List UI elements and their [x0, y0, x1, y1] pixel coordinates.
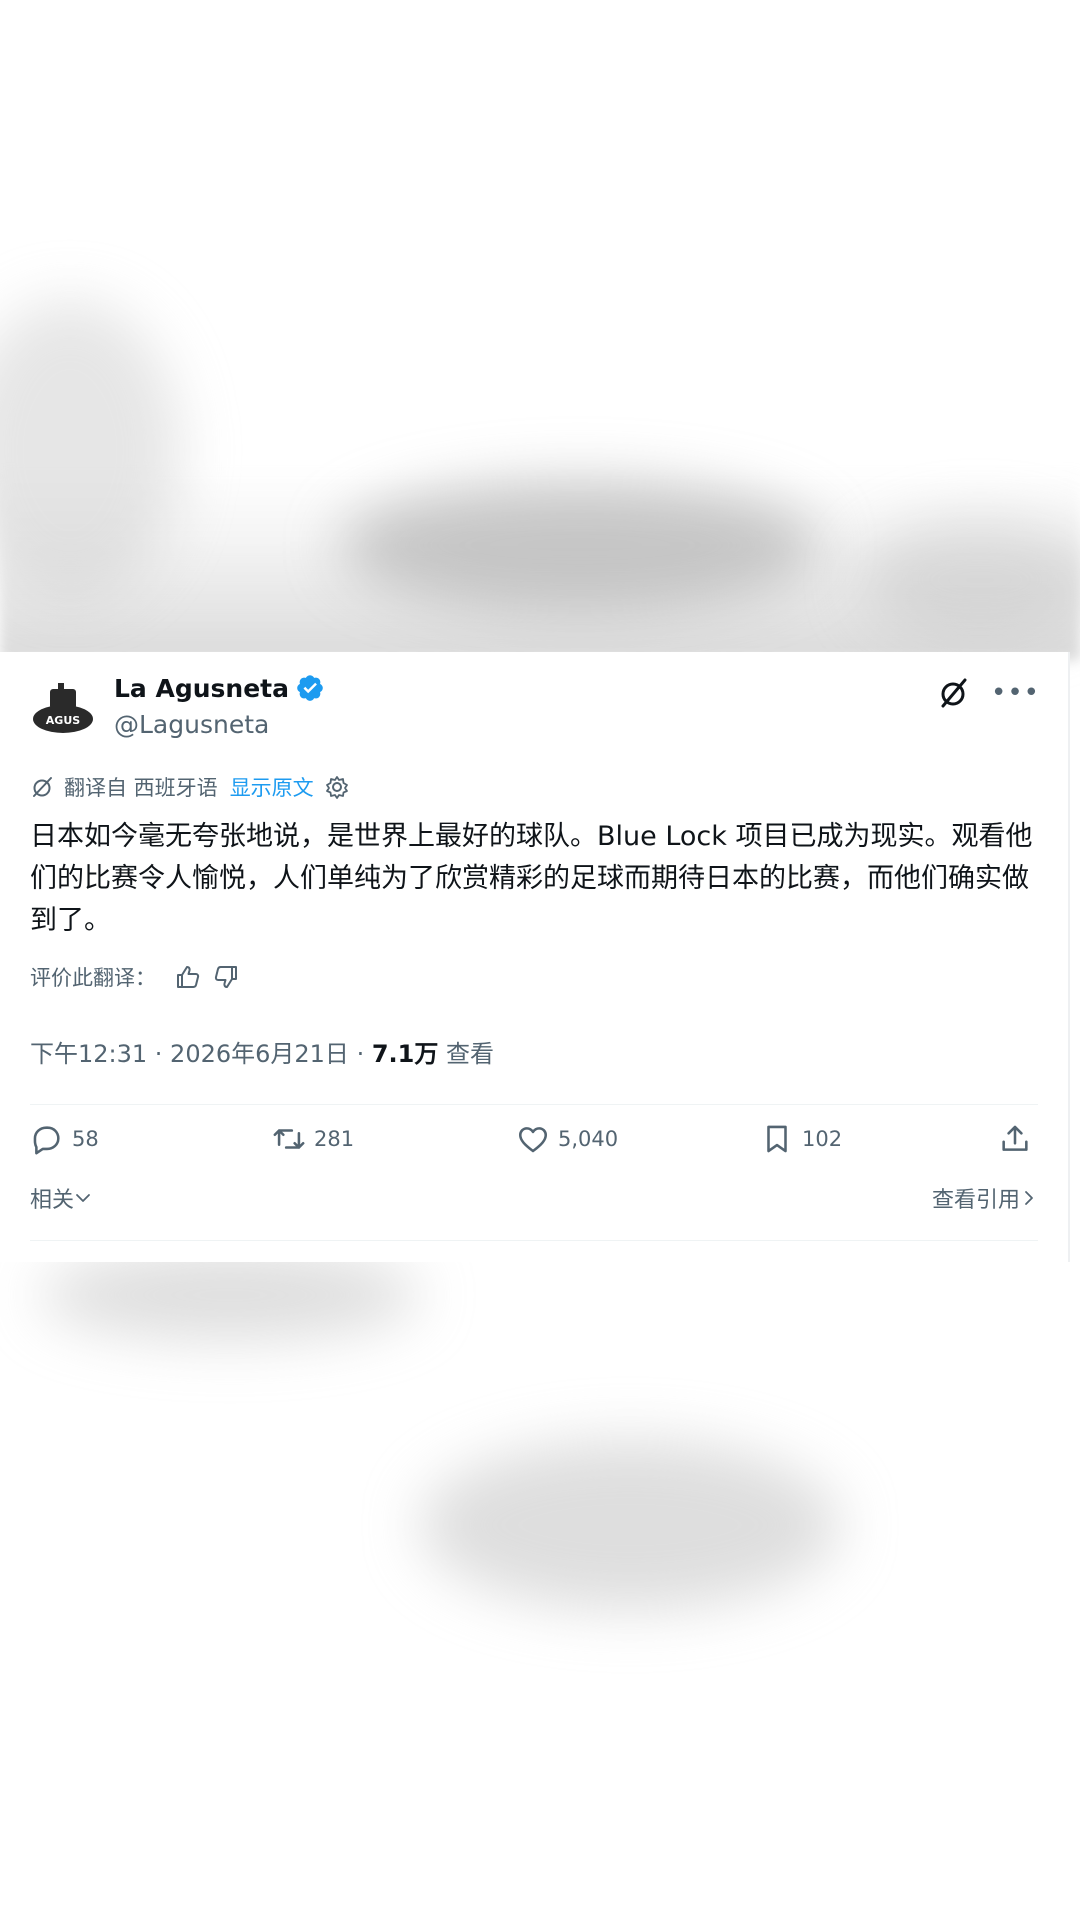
timestamp[interactable]: 下午12:31 · 2026年6月21日 ·: [30, 1040, 372, 1068]
divider: [30, 1104, 1038, 1105]
share-button[interactable]: [998, 1122, 1040, 1156]
thumbs-up-icon[interactable]: [174, 963, 202, 991]
divider: [30, 1240, 1038, 1241]
tweet-text: 日本如今毫无夸张地说，是世界上最好的球队。Blue Lock 项目已成为现实。观…: [30, 821, 1033, 936]
gear-icon[interactable]: [324, 774, 350, 800]
rate-translation-label: 评价此翻译：: [30, 966, 156, 990]
author-handle[interactable]: @Lagusneta: [114, 710, 269, 739]
translation-info: 翻译自 西班牙语 显示原文: [30, 772, 350, 802]
author-name-row[interactable]: La Agusneta: [114, 673, 325, 703]
chevron-right-icon: [1025, 1191, 1033, 1205]
background-blur-blob: [420, 1440, 840, 1610]
related-label: 相关: [30, 1188, 75, 1213]
tweet-card[interactable]: AGUS La Agusneta @Lagusneta ••• 翻译自 西班牙语…: [0, 652, 1070, 1262]
thumbs-down-icon[interactable]: [212, 963, 240, 991]
more-options-icon[interactable]: •••: [991, 676, 1040, 710]
tweet-meta: 下午12:31 · 2026年6月21日 · 7.1万 查看: [30, 1034, 494, 1069]
reply-count: 58: [72, 1127, 99, 1151]
retweet-icon: [273, 1129, 305, 1149]
bookmark-icon: [767, 1125, 787, 1153]
like-button[interactable]: 5,040: [516, 1122, 618, 1156]
author-name[interactable]: La Agusneta: [114, 674, 289, 703]
view-quotes-link[interactable]: 查看引用: [932, 1182, 1038, 1214]
views-label: 查看: [438, 1040, 494, 1068]
share-icon: [1002, 1125, 1028, 1151]
rate-translation-row: 评价此翻译：: [30, 962, 240, 992]
verified-badge-icon: [297, 675, 323, 701]
background-blur-blob: [40, 1250, 420, 1340]
view-quotes-label: 查看引用: [931, 1188, 1020, 1213]
reply-icon: [33, 1126, 60, 1155]
translated-from-label: 翻译自 西班牙语: [64, 776, 218, 800]
related-dropdown[interactable]: 相关: [30, 1182, 92, 1214]
tweet-actions: 58 281 5,040 102: [30, 1122, 1038, 1162]
retweet-button[interactable]: 281: [272, 1122, 354, 1156]
grok-icon[interactable]: [937, 676, 971, 710]
reply-button[interactable]: 58: [30, 1122, 99, 1156]
avatar[interactable]: AGUS: [30, 679, 96, 745]
heart-icon: [518, 1127, 548, 1153]
background-blur-blob: [340, 480, 820, 610]
views-count: 7.1万: [371, 1040, 439, 1068]
avatar-logo-icon: AGUS: [33, 683, 93, 733]
bookmark-button[interactable]: 102: [760, 1122, 842, 1156]
svg-text:AGUS: AGUS: [46, 714, 80, 727]
chevron-down-icon: [76, 1194, 90, 1202]
show-original-link[interactable]: 显示原文: [230, 772, 314, 802]
like-count: 5,040: [558, 1127, 619, 1151]
translate-icon: [33, 777, 52, 797]
bookmark-count: 102: [802, 1127, 843, 1151]
retweet-count: 281: [314, 1127, 355, 1151]
